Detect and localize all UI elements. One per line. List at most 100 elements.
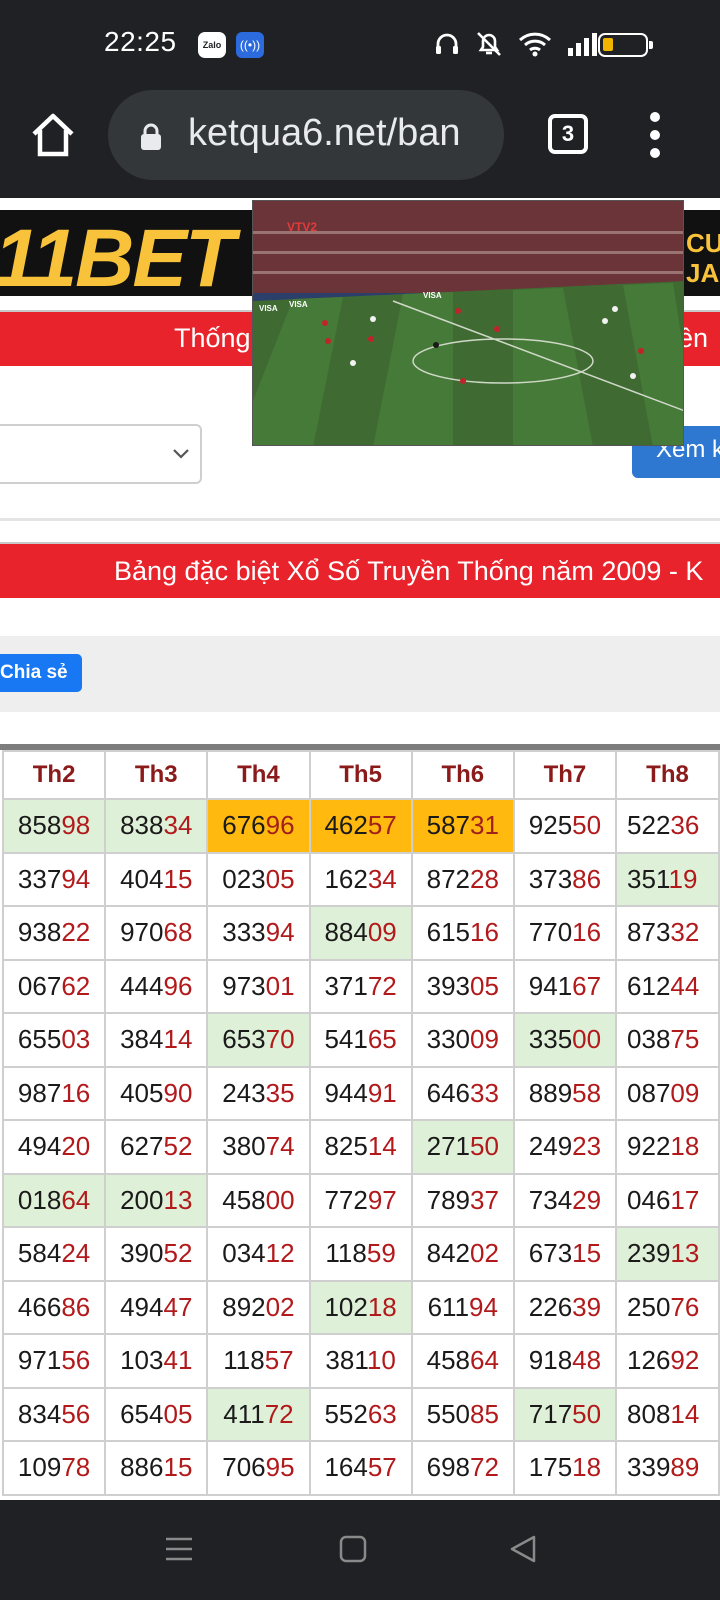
pip-video[interactable]: VISA VISA VISA VTV2	[252, 200, 684, 446]
address-bar[interactable]: ketqua6.net/ban	[108, 90, 504, 180]
home-nav-icon[interactable]	[338, 1534, 368, 1564]
result-tail-digits: 32	[670, 917, 700, 948]
result-cell: 71750	[512, 1386, 618, 1442]
status-time: 22:25	[104, 26, 177, 57]
result-head-digits: 971	[17, 1345, 62, 1376]
result-head-digits: 889	[528, 1077, 573, 1108]
result-head-digits: 466	[17, 1291, 62, 1322]
result-cell: 55263	[308, 1386, 413, 1442]
result-cell: 49420	[1, 1119, 107, 1175]
result-tail-digits: 85	[470, 1398, 499, 1429]
result-tail-digits: 16	[470, 917, 499, 948]
result-cell: 73429	[512, 1172, 618, 1228]
result-tail-digits: 64	[470, 1345, 499, 1376]
share-button[interactable]: Chia sẻ	[0, 654, 82, 692]
result-tail-digits: 10	[366, 1345, 396, 1376]
home-button[interactable]	[28, 110, 78, 160]
result-tail-digits: 57	[367, 810, 397, 841]
table-row: 85898 83834 67696 46257 58731 92550 52236	[1, 798, 720, 854]
result-tail-digits: 09	[367, 917, 397, 948]
result-cell: 23913	[615, 1226, 720, 1282]
table-row: 33794 40415 02305 16234 87228 37386 35119	[1, 851, 720, 907]
result-tail-digits: 15	[163, 863, 193, 894]
browser-toolbar: ketqua6.net/ban 3	[0, 88, 720, 198]
result-cell: 83456	[1, 1386, 107, 1442]
result-head-digits: 834	[17, 1398, 62, 1429]
result-cell: 98716	[1, 1065, 107, 1121]
result-cell: 54165	[308, 1012, 413, 1068]
result-tail-digits: 92	[670, 1345, 700, 1376]
result-tail-digits: 29	[572, 1184, 602, 1215]
result-tail-digits: 13	[163, 1184, 193, 1215]
result-head-digits: 393	[426, 970, 470, 1001]
table-row: 01864 20013 45800 77297 78937 73429 04617	[1, 1172, 720, 1228]
result-cell: 10341	[104, 1333, 209, 1389]
result-tail-digits: 76	[670, 1291, 700, 1322]
table-title: Bảng đặc biệt Xổ Số Truyền Thống năm 200…	[114, 556, 704, 586]
result-cell: 65370	[206, 1012, 311, 1068]
result-head-digits: 872	[426, 863, 470, 894]
result-head-digits: 271	[426, 1131, 470, 1162]
result-cell: 16234	[308, 851, 413, 907]
back-icon[interactable]	[508, 1534, 538, 1564]
result-cell: 61194	[410, 1279, 515, 1335]
result-tail-digits: 34	[163, 810, 193, 841]
result-tail-digits: 20	[61, 1131, 91, 1162]
headphones-icon	[434, 31, 460, 57]
result-head-digits: 046	[627, 1184, 671, 1215]
mute-icon	[474, 30, 504, 58]
result-cell: 08709	[615, 1065, 720, 1121]
year-select[interactable]	[0, 424, 202, 484]
result-head-digits: 103	[120, 1345, 164, 1376]
result-head-digits: 970	[120, 917, 164, 948]
result-head-digits: 938	[17, 917, 62, 948]
result-head-digits: 067	[17, 970, 62, 1001]
more-vert-icon[interactable]	[644, 112, 668, 158]
result-tail-digits: 19	[668, 863, 698, 894]
result-tail-digits: 78	[61, 1452, 91, 1483]
result-head-digits: 825	[324, 1131, 368, 1162]
result-cell: 33500	[512, 1012, 618, 1068]
result-tail-digits: 68	[163, 917, 193, 948]
result-head-digits: 404	[120, 863, 164, 894]
result-tail-digits: 52	[163, 1131, 193, 1162]
result-cell: 88615	[104, 1440, 209, 1496]
result-tail-digits: 86	[572, 863, 602, 894]
result-cell: 04617	[615, 1172, 720, 1228]
result-head-digits: 873	[627, 917, 671, 948]
result-head-digits: 925	[528, 810, 573, 841]
result-head-digits: 886	[120, 1452, 164, 1483]
result-cell: 70695	[206, 1440, 311, 1496]
result-tail-digits: 15	[163, 1452, 193, 1483]
result-cell: 88958	[512, 1065, 618, 1121]
result-cell: 11859	[308, 1226, 413, 1282]
result-head-digits: 584	[17, 1238, 62, 1269]
result-head-digits: 118	[223, 1345, 265, 1376]
result-tail-digits: 34	[367, 863, 397, 894]
result-head-digits: 335	[528, 1024, 573, 1055]
column-header-th3: Th3	[104, 750, 209, 800]
result-cell: 37386	[512, 851, 618, 907]
result-cell: 45864	[410, 1333, 515, 1389]
result-tail-digits: 01	[265, 970, 295, 1001]
result-cell: 11857	[206, 1333, 311, 1389]
tabs-button[interactable]: 3	[548, 114, 588, 154]
result-head-digits: 858	[17, 810, 62, 841]
result-head-digits: 038	[627, 1024, 671, 1055]
result-cell: 12692	[615, 1333, 720, 1389]
result-head-digits: 494	[17, 1131, 62, 1162]
result-tail-digits: 50	[572, 810, 602, 841]
result-head-digits: 615	[426, 917, 470, 948]
result-head-digits: 973	[222, 970, 266, 1001]
recents-icon[interactable]	[164, 1534, 194, 1564]
result-head-digits: 892	[222, 1291, 266, 1322]
result-cell: 77297	[308, 1172, 413, 1228]
wifi-icon	[518, 31, 552, 57]
result-tail-digits: 00	[265, 1184, 295, 1215]
result-head-digits: 371	[324, 970, 368, 1001]
result-tail-digits: 56	[61, 1398, 91, 1429]
result-cell: 27150	[410, 1119, 515, 1175]
result-head-digits: 339	[627, 1452, 671, 1483]
lock-icon	[138, 122, 164, 157]
result-head-digits: 034	[222, 1238, 266, 1269]
